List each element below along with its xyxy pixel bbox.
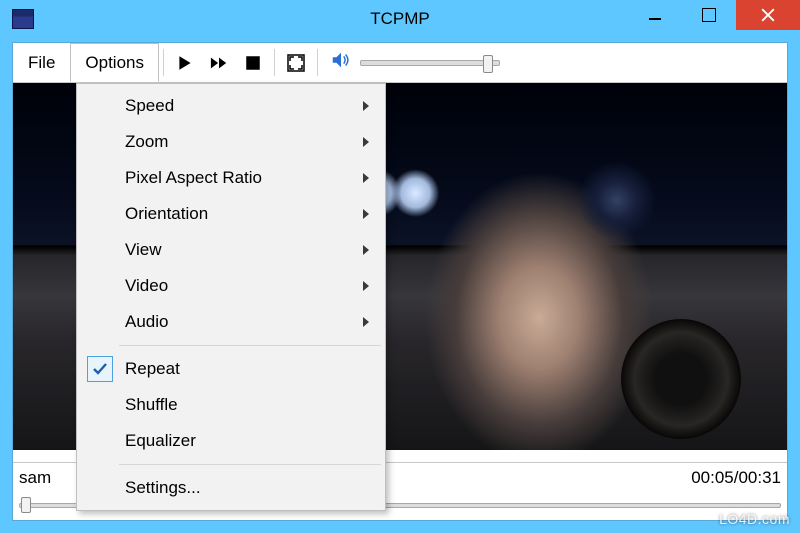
submenu-arrow-icon (363, 101, 369, 111)
fullscreen-button[interactable] (279, 43, 313, 82)
menu-item-label: Pixel Aspect Ratio (125, 168, 262, 188)
options-dropdown: Speed Zoom Pixel Aspect Ratio Orientatio… (76, 83, 386, 511)
maximize-button[interactable] (682, 0, 736, 30)
toolbar-separator (317, 49, 318, 76)
checkmark-icon (87, 356, 113, 382)
menu-item-repeat[interactable]: Repeat (79, 351, 383, 387)
menu-item-audio[interactable]: Audio (79, 304, 383, 340)
submenu-arrow-icon (363, 137, 369, 147)
submenu-arrow-icon (363, 209, 369, 219)
menu-options[interactable]: Options (70, 43, 159, 82)
volume-slider-thumb[interactable] (483, 55, 493, 73)
menu-item-label: Video (125, 276, 168, 296)
submenu-arrow-icon (363, 317, 369, 327)
menu-item-label: Repeat (125, 359, 180, 379)
close-button[interactable] (736, 0, 800, 30)
seek-thumb[interactable] (21, 497, 31, 513)
menu-item-label: Equalizer (125, 431, 196, 451)
toolbar: File Options (13, 43, 787, 83)
menu-item-label: Zoom (125, 132, 168, 152)
menu-item-label: Audio (125, 312, 168, 332)
menu-file[interactable]: File (13, 43, 70, 82)
fast-forward-button[interactable] (202, 43, 236, 82)
submenu-arrow-icon (363, 173, 369, 183)
menu-separator (119, 464, 381, 465)
watermark: LO4D.com (719, 511, 790, 527)
time-display: 00:05/00:31 (691, 468, 781, 488)
volume-control (322, 43, 508, 82)
app-frame: File Options (12, 42, 788, 521)
menu-item-shuffle[interactable]: Shuffle (79, 387, 383, 423)
play-button[interactable] (168, 43, 202, 82)
submenu-arrow-icon (363, 245, 369, 255)
minimize-button[interactable] (628, 0, 682, 30)
stop-button[interactable] (236, 43, 270, 82)
menu-item-zoom[interactable]: Zoom (79, 124, 383, 160)
menu-item-view[interactable]: View (79, 232, 383, 268)
menu-item-label: View (125, 240, 162, 260)
menu-item-label: Speed (125, 96, 174, 116)
menu-item-video[interactable]: Video (79, 268, 383, 304)
menu-item-label: Orientation (125, 204, 208, 224)
menu-item-label: Shuffle (125, 395, 178, 415)
volume-slider[interactable] (360, 60, 500, 66)
toolbar-separator (163, 49, 164, 76)
filename-label: sam (19, 468, 51, 488)
menu-item-label: Settings... (125, 478, 201, 498)
menu-item-orientation[interactable]: Orientation (79, 196, 383, 232)
toolbar-separator (274, 49, 275, 76)
window-titlebar: TCPMP (0, 0, 800, 38)
menu-separator (119, 345, 381, 346)
menu-item-settings[interactable]: Settings... (79, 470, 383, 506)
volume-icon[interactable] (330, 49, 352, 76)
menu-item-speed[interactable]: Speed (79, 88, 383, 124)
window-controls (628, 0, 800, 30)
menu-item-equalizer[interactable]: Equalizer (79, 423, 383, 459)
submenu-arrow-icon (363, 281, 369, 291)
menu-item-pixel-aspect-ratio[interactable]: Pixel Aspect Ratio (79, 160, 383, 196)
